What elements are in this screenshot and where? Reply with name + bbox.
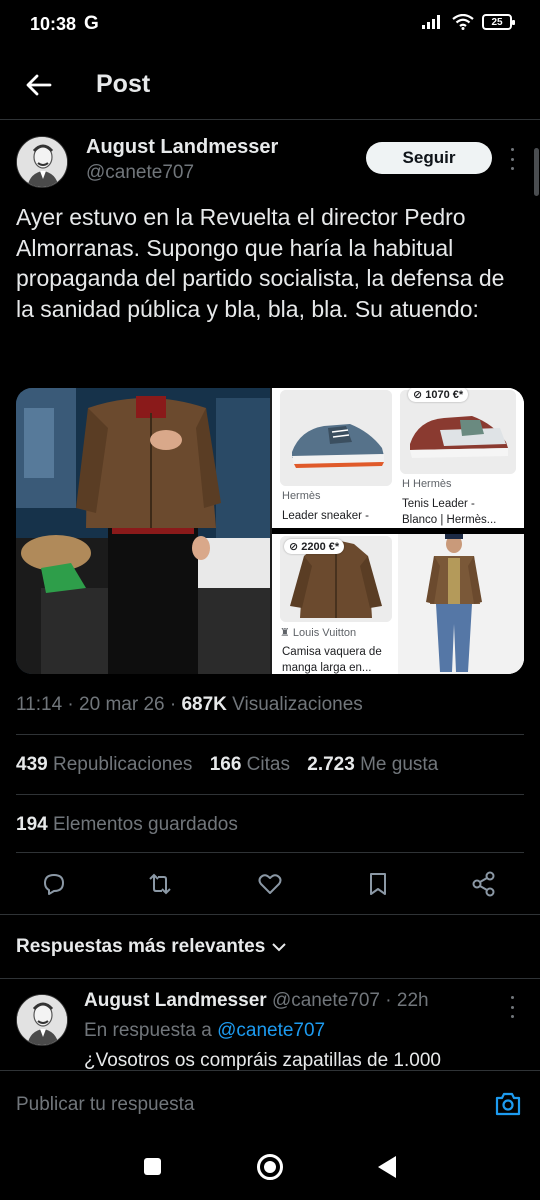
system-back-icon[interactable] (378, 1156, 396, 1178)
sneaker-blue-image (280, 390, 392, 486)
in-reply-to: En respuesta a @canete707 (84, 1020, 325, 1042)
sneaker-red-image (400, 390, 516, 474)
avatar[interactable] (16, 994, 68, 1046)
replies-sort-label: Respuestas más relevantes (16, 936, 266, 957)
post-media[interactable]: Hermès Leader sneaker - ⊘ 1070 €* H Herm… (16, 388, 524, 674)
product-title-3a: Camisa vaquera de (282, 646, 382, 658)
battery-icon: 25 (482, 14, 515, 30)
bookmark-icon[interactable] (364, 870, 392, 898)
product-title-1: Leader sneaker - (282, 510, 369, 522)
reply-age: 22h (396, 990, 429, 1011)
product-brand-2: H Hermès (402, 478, 452, 490)
google-icon: G (84, 13, 99, 34)
quotes-count: 166 (209, 754, 242, 775)
product-card-2[interactable]: ⊘ 1070 €* H Hermès Tenis Leader - Blanco… (398, 388, 524, 528)
divider (0, 978, 540, 979)
status-time: 10:38 (30, 14, 77, 34)
price-tag-2: ⊘ 1070 €* (408, 388, 469, 402)
views-count: 687K (181, 694, 227, 715)
chevron-down-icon (272, 943, 286, 952)
post-stats: 439 Republicaciones 166 Citas 2.723 Me g… (16, 754, 450, 776)
price-value-3: 2200 €* (301, 541, 340, 553)
model-photo (398, 534, 524, 674)
scrollbar[interactable] (534, 148, 539, 196)
likes-stat[interactable]: 2.723 Me gusta (307, 754, 438, 775)
status-icons: 25 (422, 14, 515, 30)
product-brand-3-text: Louis Vuitton (292, 627, 357, 639)
divider (16, 734, 524, 735)
share-icon[interactable] (470, 870, 498, 898)
product-card-1[interactable]: Hermès Leader sneaker - (272, 388, 398, 528)
reply-author-name[interactable]: August Landmesser (84, 990, 267, 1011)
divider (16, 794, 524, 795)
page-title: Post (96, 70, 151, 98)
views-label: Visualizaciones (232, 694, 363, 715)
product-title-2b: Blanco | Hermès... (402, 514, 497, 526)
reposts-count: 439 (16, 754, 48, 775)
reply-separator: · (379, 990, 397, 1011)
in-reply-prefix: En respuesta a (84, 1020, 212, 1041)
post-time: 11:14 (16, 694, 63, 715)
product-brand-3: ♜ Louis Vuitton (280, 627, 357, 639)
media-photo-person[interactable] (16, 388, 270, 674)
reposts-label: Republicaciones (52, 754, 193, 775)
like-icon[interactable] (256, 870, 284, 898)
author-name[interactable]: August Landmesser (86, 136, 278, 159)
product-title-2a: Tenis Leader - (402, 498, 475, 510)
signal-icon (422, 15, 440, 29)
quotes-label: Citas (246, 754, 290, 775)
avatar[interactable] (16, 136, 68, 188)
wifi-icon (452, 14, 474, 30)
reply-more-options-icon[interactable] (504, 996, 520, 1018)
bookmarks-label: Elementos guardados (52, 814, 238, 835)
follow-button[interactable]: Seguir (366, 142, 492, 174)
back-arrow-icon[interactable] (22, 68, 56, 102)
reply-author-handle[interactable]: @canete707 (272, 990, 380, 1011)
product-brand-2-text: Hermès (413, 478, 452, 490)
action-bar (16, 866, 524, 902)
product-brand-1: Hermès (282, 490, 321, 502)
reply-header: August Landmesser @canete707 · 22h (84, 990, 429, 1012)
more-options-icon[interactable] (504, 148, 520, 170)
price-value-2: 1070 €* (425, 389, 464, 401)
reply-mention-link[interactable]: @canete707 (217, 1020, 325, 1041)
divider (0, 914, 540, 915)
price-tag-3: ⊘ 2200 €* (284, 539, 345, 554)
product-title-3b: manga larga en... (282, 662, 372, 674)
recents-icon[interactable] (144, 1158, 161, 1175)
camera-icon[interactable] (494, 1091, 522, 1117)
divider (16, 852, 524, 853)
author-handle[interactable]: @canete707 (86, 162, 194, 184)
quotes-stat[interactable]: 166 Citas (210, 754, 290, 775)
likes-count: 2.723 (307, 754, 355, 775)
post-date: 20 mar 26 (79, 694, 165, 715)
replies-sort-dropdown[interactable]: Respuestas más relevantes (16, 936, 287, 958)
bookmarks-stat[interactable]: 194 Elementos guardados (16, 814, 238, 836)
media-products-grid[interactable]: Hermès Leader sneaker - ⊘ 1070 €* H Herm… (272, 388, 524, 674)
status-bar: 10:38 G 25 (0, 0, 540, 50)
post-meta: 11:14 · 20 mar 26 · 687K Visualizaciones (16, 694, 363, 715)
reply-compose-bar[interactable]: Publicar tu respuesta (0, 1070, 540, 1132)
system-nav-bar (0, 1132, 540, 1200)
product-card-4[interactable] (398, 534, 524, 674)
product-card-3[interactable]: ⊘ 2200 €* ♜ Louis Vuitton Camisa vaquera… (272, 534, 398, 674)
repost-icon[interactable] (146, 870, 174, 898)
home-icon[interactable] (257, 1154, 283, 1180)
reply-icon[interactable] (40, 870, 68, 898)
reply-text: ¿Vosotros os compráis zapatillas de 1.00… (84, 1050, 441, 1071)
reposts-stat[interactable]: 439 Republicaciones (16, 754, 192, 775)
post-text: Ayer estuvo en la Revuelta el director P… (16, 204, 505, 322)
top-header: Post (0, 56, 540, 120)
likes-label: Me gusta (360, 754, 439, 775)
reply-input[interactable]: Publicar tu respuesta (16, 1094, 195, 1116)
bookmarks-count: 194 (16, 814, 48, 835)
